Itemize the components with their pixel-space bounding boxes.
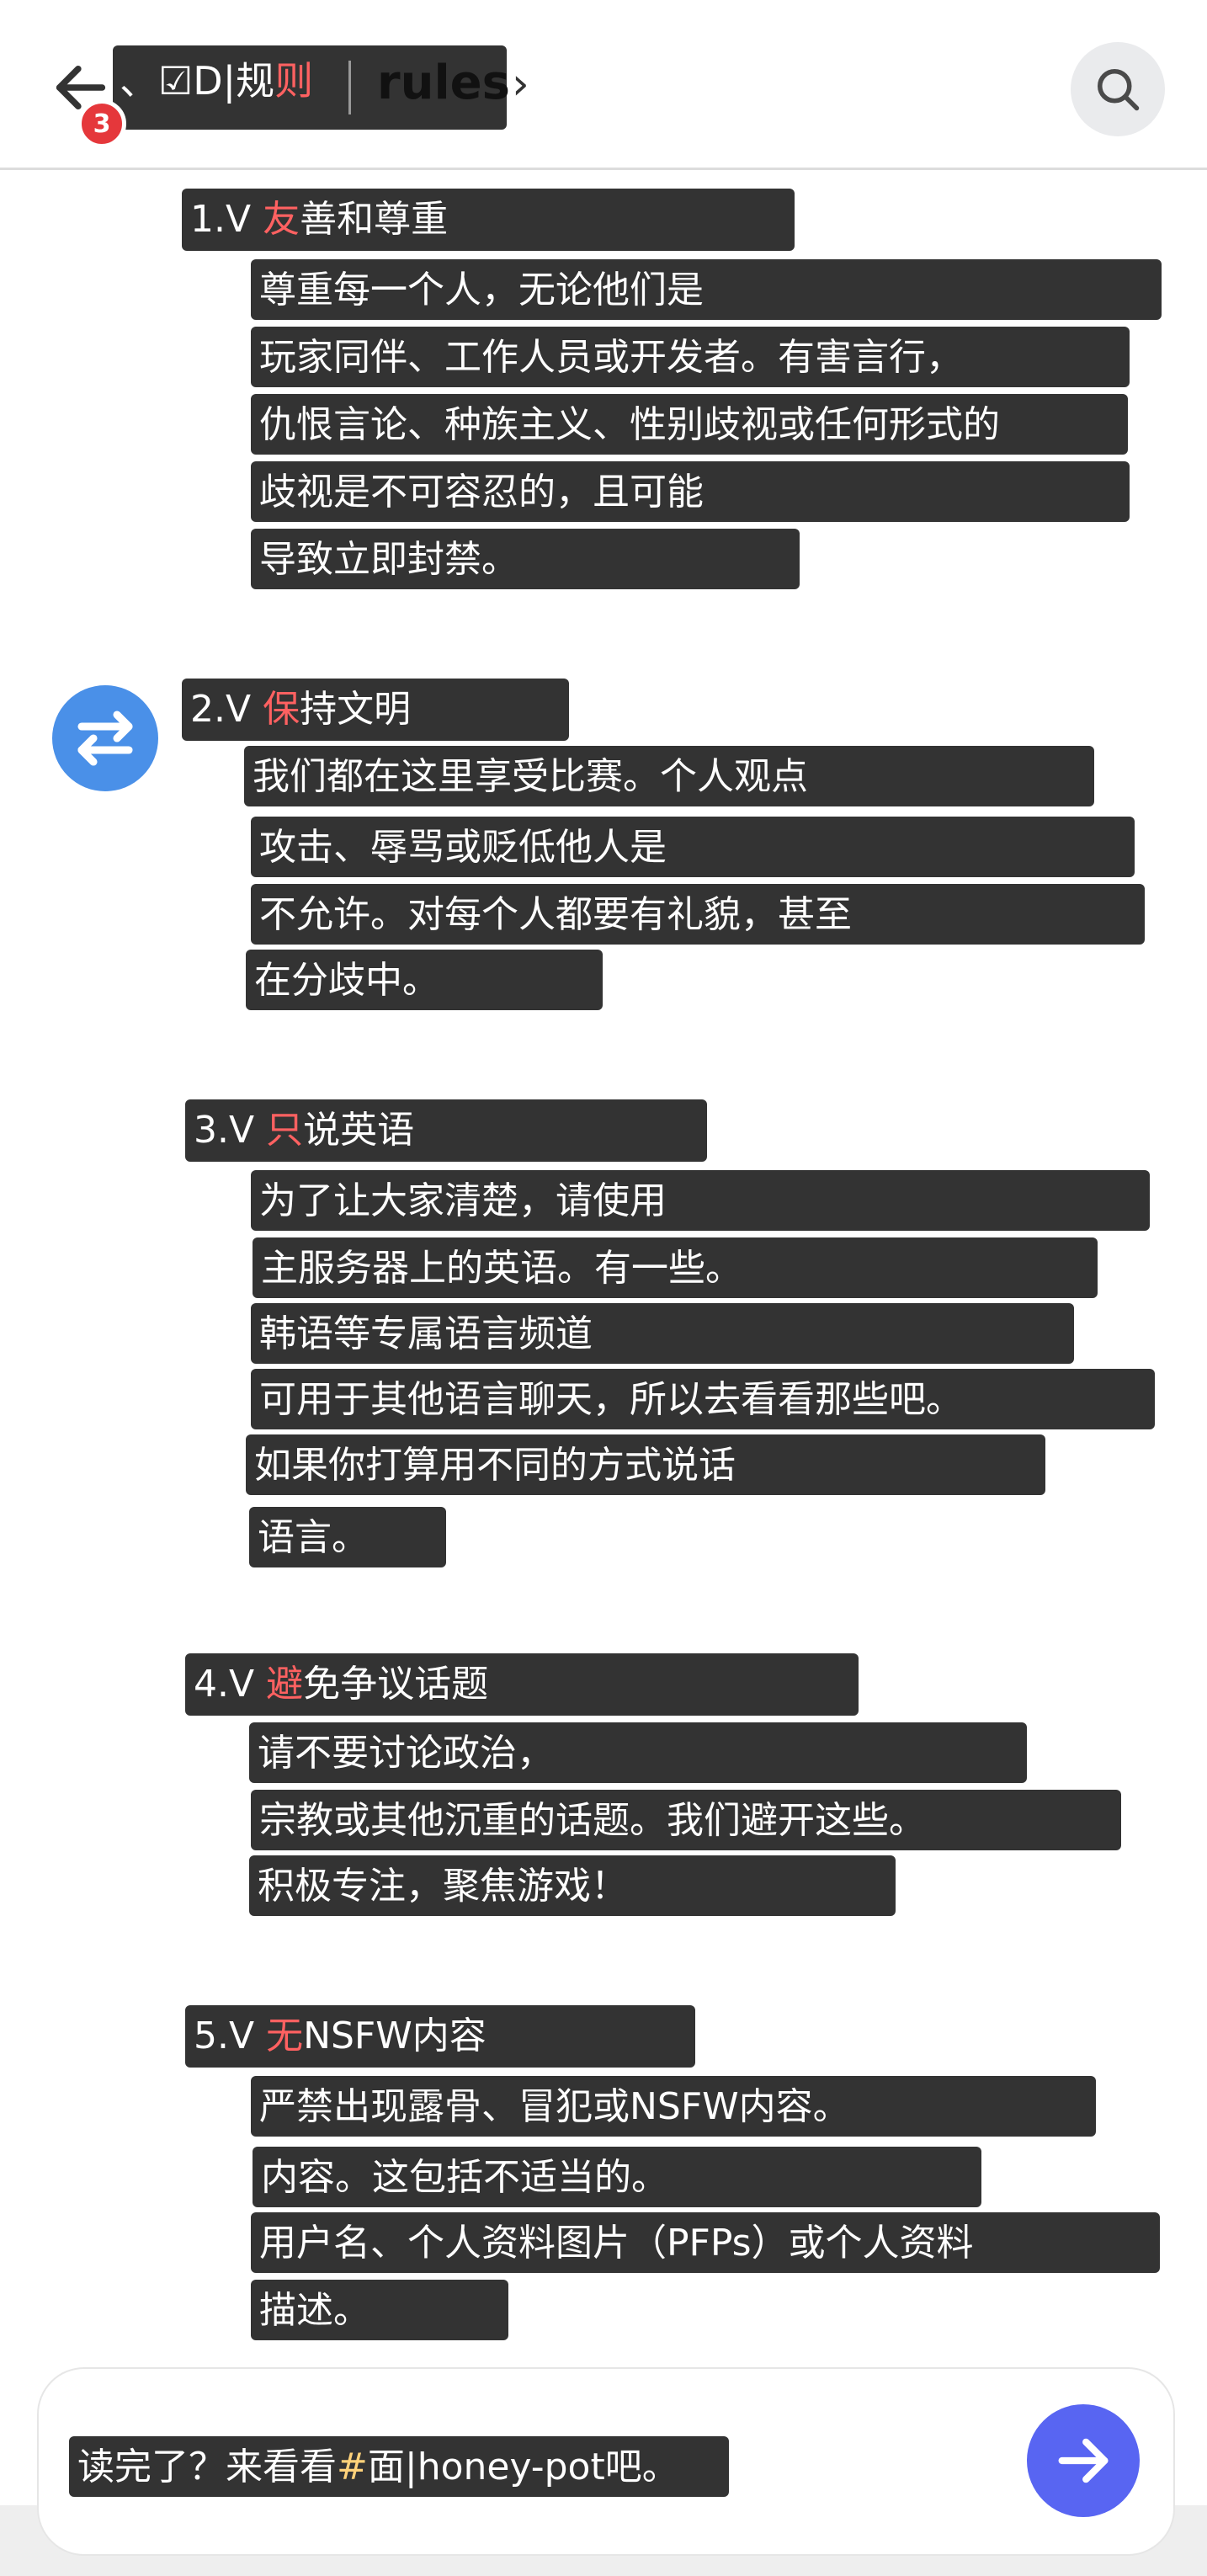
chevron-right-icon[interactable]: › bbox=[512, 59, 529, 109]
rule-4-title: 4.V 避免争议话题 bbox=[185, 1653, 859, 1716]
rule-5-line: 用户名、个人资料图片（PFPs）或个人资料 bbox=[251, 2212, 1160, 2273]
rule-3-line: 韩语等专属语言频道 bbox=[251, 1303, 1074, 1364]
rule-3-title: 3.V 只说英语 bbox=[185, 1099, 707, 1162]
rule-3-line: 主服务器上的英语。有一些。 bbox=[253, 1237, 1098, 1298]
swap-arrows-icon bbox=[77, 711, 133, 766]
translate-avatar[interactable] bbox=[52, 685, 158, 791]
channel-title-translation: 、☑D|规则 bbox=[120, 58, 314, 104]
rule-5-line: 内容。这包括不适当的。 bbox=[253, 2147, 981, 2207]
rule-1-line: 玩家同伴、工作人员或开发者。有害言行， bbox=[251, 327, 1130, 387]
channel-name[interactable]: rules bbox=[377, 56, 510, 110]
search-icon bbox=[1098, 69, 1140, 111]
rule-2-title: 2.V 保持文明 bbox=[182, 679, 569, 741]
rule-2-line: 在分歧中。 bbox=[246, 950, 603, 1010]
rule-3-line: 为了让大家清楚，请使用 bbox=[251, 1170, 1150, 1231]
composer-prompt-text[interactable]: 读完了？来看看#面|honey-pot吧。 bbox=[69, 2436, 729, 2497]
rule-2-line: 不允许。对每个人都要有礼貌，甚至 bbox=[251, 884, 1145, 945]
rule-2-line: 攻击、辱骂或贬低他人是 bbox=[251, 817, 1135, 877]
search-button[interactable] bbox=[1071, 42, 1165, 136]
rule-5-title: 5.V 无NSFW内容 bbox=[185, 2005, 695, 2068]
notification-badge: 3 bbox=[77, 99, 126, 148]
send-button[interactable] bbox=[1027, 2404, 1140, 2517]
rule-1-line: 仇恨言论、种族主义、性别歧视或任何形式的 bbox=[251, 394, 1128, 455]
rule-5-line: 描述。 bbox=[251, 2280, 508, 2340]
arrow-right-icon bbox=[1058, 2438, 1109, 2483]
rule-1-line: 导致立即封禁。 bbox=[251, 529, 800, 589]
channel-header: 、☑D|规则 rules › 3 bbox=[0, 0, 1207, 170]
rule-3-line: 如果你打算用不同的方式说话 bbox=[246, 1434, 1045, 1495]
rule-5-line: 严禁出现露骨、冒犯或NSFW内容。 bbox=[251, 2076, 1096, 2137]
rule-4-line: 积极专注，聚焦游戏！ bbox=[249, 1855, 896, 1916]
rule-3-line: 可用于其他语言聊天，所以去看看那些吧。 bbox=[251, 1369, 1155, 1429]
rule-1-line: 歧视是不可容忍的，且可能 bbox=[251, 461, 1130, 522]
rule-4-line: 请不要讨论政治， bbox=[249, 1722, 1027, 1783]
rule-1-title: 1.V 友善和尊重 bbox=[182, 189, 795, 251]
channel-title-divider bbox=[348, 61, 351, 114]
rule-3-line: 语言。 bbox=[249, 1507, 446, 1567]
rule-4-line: 宗教或其他沉重的话题。我们避开这些。 bbox=[251, 1790, 1121, 1850]
rule-2-line: 我们都在这里享受比赛。个人观点 bbox=[244, 746, 1094, 806]
rule-1-line: 尊重每一个人，无论他们是 bbox=[251, 259, 1162, 320]
channel-link-hash[interactable]: # bbox=[337, 2446, 368, 2488]
